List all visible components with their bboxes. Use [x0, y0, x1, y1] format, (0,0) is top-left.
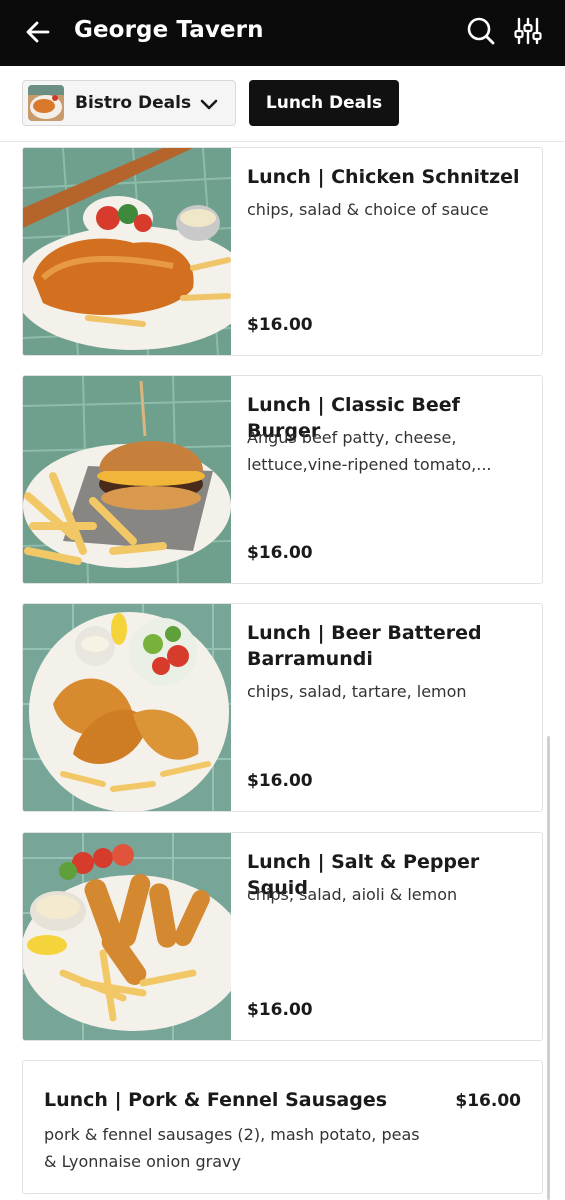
- menu-item-card[interactable]: Lunch | Chicken Schnitzel chips, salad &…: [22, 147, 543, 356]
- item-photo: [23, 604, 231, 811]
- top-app-bar: George Tavern: [0, 0, 565, 66]
- item-price: $16.00: [247, 771, 313, 791]
- search-icon: [467, 17, 495, 45]
- item-price: $16.00: [247, 315, 313, 335]
- search-button[interactable]: [464, 14, 498, 48]
- item-description: chips, salad, aioli & lemon: [247, 885, 458, 904]
- menu-item-card[interactable]: Lunch | Salt & Pepper Squid chips, salad…: [22, 832, 543, 1041]
- item-price: $16.00: [247, 543, 313, 563]
- page-title: George Tavern: [74, 17, 264, 43]
- menu-item-card[interactable]: Lunch | Beer Battered Barramundi chips, …: [22, 603, 543, 812]
- menu-item-card[interactable]: Lunch | Pork & Fennel Sausages $16.00 po…: [22, 1060, 543, 1194]
- item-photo: [23, 148, 231, 355]
- menu-dropdown-label: Bistro Deals: [75, 93, 192, 113]
- menu-item-card[interactable]: Lunch | Classic Beef Burger Angus beef p…: [22, 375, 543, 584]
- item-photo: [23, 376, 231, 583]
- filter-button[interactable]: [511, 14, 545, 48]
- item-description: pork & fennel sausages (2), mash potato,…: [44, 1125, 420, 1171]
- arrow-left-icon: [26, 21, 50, 43]
- menu-thumbnail: [28, 85, 64, 121]
- item-price: $16.00: [455, 1091, 521, 1111]
- category-chip-lunch-deals[interactable]: Lunch Deals: [249, 80, 399, 126]
- back-button[interactable]: [22, 16, 54, 48]
- menu-dropdown[interactable]: Bistro Deals: [22, 80, 236, 126]
- item-name: Lunch | Beer Battered Barramundi: [247, 622, 482, 670]
- menu-filter-bar: Bistro Deals Lunch Deals: [0, 66, 565, 142]
- item-name: Lunch | Chicken Schnitzel: [247, 166, 520, 188]
- item-price: $16.00: [247, 1000, 313, 1020]
- scrollbar[interactable]: [547, 736, 550, 1200]
- item-photo: [23, 833, 231, 1040]
- chevron-down-icon: [200, 99, 218, 110]
- sliders-icon: [514, 17, 542, 45]
- item-description: Angus beef patty, cheese, lettuce,vine-r…: [247, 428, 492, 474]
- item-name: Lunch | Pork & Fennel Sausages: [44, 1089, 388, 1111]
- item-description: chips, salad, tartare, lemon: [247, 682, 467, 701]
- item-description: chips, salad & choice of sauce: [247, 200, 489, 219]
